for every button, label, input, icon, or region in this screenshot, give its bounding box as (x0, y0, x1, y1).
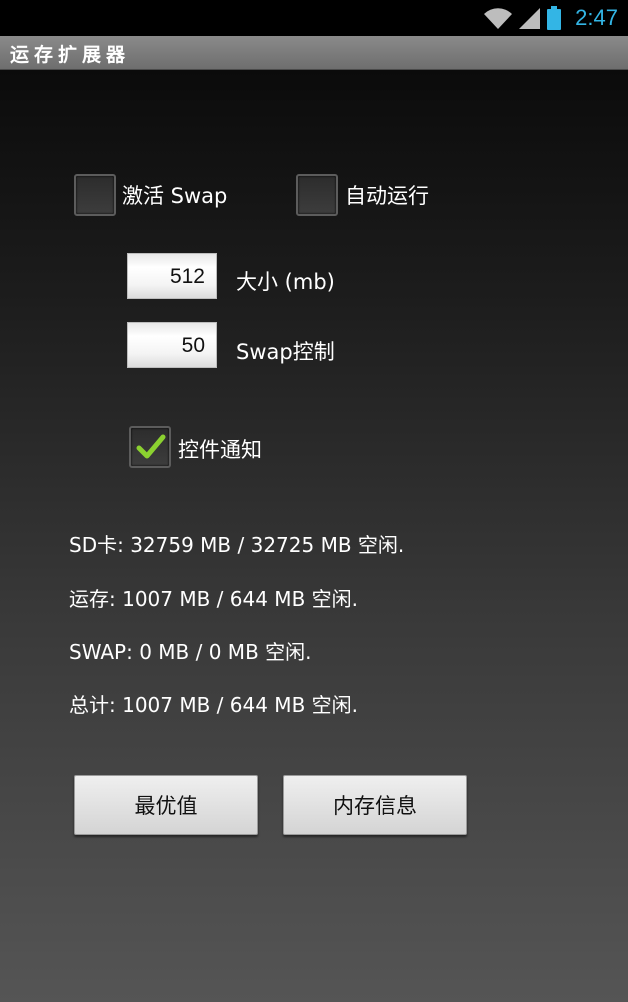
swap-control-label: Swap控制 (236, 340, 335, 364)
widget-notify-label: 控件通知 (178, 438, 262, 462)
sd-card-info: SD卡: 32759 MB / 32725 MB 空闲. (69, 533, 405, 557)
total-info: 总计: 1007 MB / 644 MB 空闲. (69, 693, 359, 717)
wifi-icon (484, 8, 513, 29)
size-input[interactable]: 512 (127, 253, 217, 299)
checkmark-icon (136, 434, 166, 459)
swap-control-input[interactable]: 50 (127, 322, 217, 368)
status-icons: 2:47 (483, 2, 618, 34)
widget-notify-checkbox[interactable] (129, 426, 171, 468)
main-content: 激活 Swap 自动运行 512 大小 (mb) 50 Swap控制 控件通知 … (0, 70, 628, 1002)
size-label: 大小 (mb) (236, 270, 335, 294)
app-title: 运存扩展器 (10, 44, 131, 66)
swap-info: SWAP: 0 MB / 0 MB 空闲. (69, 640, 312, 664)
title-bar: 运存扩展器 (0, 36, 628, 70)
activate-swap-label: 激活 Swap (122, 184, 228, 208)
autorun-label: 自动运行 (345, 184, 429, 208)
optimal-value-button[interactable]: 最优值 (74, 775, 258, 835)
ram-info: 运存: 1007 MB / 644 MB 空闲. (69, 587, 359, 611)
status-clock: 2:47 (575, 5, 618, 30)
memory-info-button[interactable]: 内存信息 (283, 775, 467, 835)
signal-icon (519, 8, 541, 29)
autorun-checkbox[interactable] (296, 174, 338, 216)
status-bar: 2:47 (0, 0, 628, 36)
activate-swap-checkbox[interactable] (74, 174, 116, 216)
battery-icon (547, 6, 562, 30)
